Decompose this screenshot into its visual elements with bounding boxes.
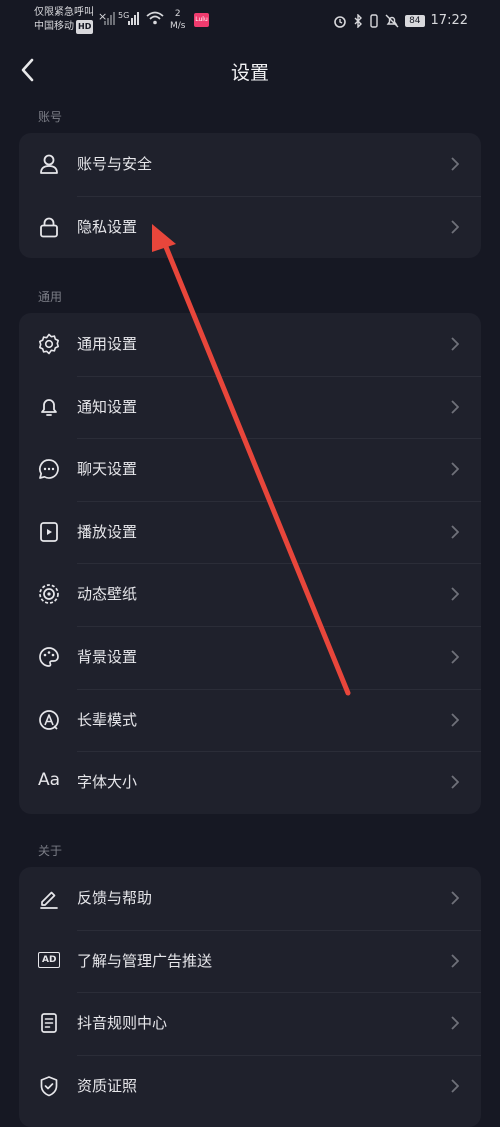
chevron-right-icon [451, 462, 459, 476]
bell-icon [41, 398, 57, 416]
signal-icon-sim2 [128, 11, 144, 25]
chevron-right-icon [451, 337, 459, 351]
carrier-name: 中国移动 [34, 21, 74, 32]
settings-item-privacy[interactable]: 隐私设置 [19, 195, 481, 259]
settings-item-elder-mode[interactable]: 长辈模式 [19, 688, 481, 752]
battery-level: 84 [405, 14, 425, 27]
item-label: 反馈与帮助 [77, 889, 153, 907]
play-video-icon [40, 521, 58, 542]
wifi-icon [146, 11, 164, 25]
about-group: 反馈与帮助 AD 了解与管理广告推送 抖音规则中心 资质证照 [19, 867, 481, 1127]
settings-item-chat[interactable]: 聊天设置 [19, 438, 481, 501]
settings-item-feedback[interactable]: 反馈与帮助 [19, 867, 481, 930]
section-label-general: 通用 [38, 290, 63, 304]
edit-pencil-icon [40, 891, 58, 909]
speed-value: 2 [174, 9, 181, 19]
bluetooth-icon [354, 13, 363, 28]
section-label-about: 关于 [38, 844, 63, 858]
chevron-right-icon [451, 712, 459, 727]
status-bar: 仅限紧急呼叫 中国移动 HD × 5G 2 M/s Lulu 84 17:22 [0, 0, 500, 44]
network-speed: 2 M/s [170, 8, 186, 32]
chevron-right-icon [451, 650, 459, 664]
item-label: 通知设置 [77, 397, 138, 416]
mute-bell-icon [385, 14, 399, 27]
alarm-icon [334, 15, 346, 28]
carrier-info: 仅限紧急呼叫 中国移动 HD [34, 6, 94, 34]
item-label: 动态壁纸 [77, 585, 138, 604]
palette-icon [39, 647, 59, 667]
item-label: 通用设置 [77, 335, 138, 353]
document-list-icon [41, 1013, 57, 1034]
status-right: 84 17:22 [333, 13, 468, 28]
clock: 17:22 [430, 13, 468, 28]
item-label: 隐私设置 [77, 217, 138, 236]
settings-item-live-wallpaper[interactable]: 动态壁纸 [19, 563, 481, 626]
account-group: 账号与安全 隐私设置 [19, 133, 481, 259]
settings-item-general[interactable]: 通用设置 [19, 313, 481, 376]
elder-mode-icon [39, 709, 59, 730]
chevron-right-icon [451, 953, 459, 968]
settings-item-rules-center[interactable]: 抖音规则中心 [19, 992, 481, 1055]
chevron-right-icon [451, 891, 459, 905]
chevron-right-icon [451, 399, 459, 414]
ad-icon: AD [38, 951, 61, 968]
vibrate-icon [370, 13, 378, 28]
chevron-right-icon [451, 157, 459, 171]
hd-badge: HD [76, 20, 94, 34]
item-label: 了解与管理广告推送 [77, 951, 213, 970]
chevron-right-icon [451, 219, 459, 234]
settings-item-notifications[interactable]: 通知设置 [19, 375, 481, 439]
chevron-right-icon [451, 525, 459, 539]
item-label: 字体大小 [77, 773, 138, 792]
item-label: 账号与安全 [77, 155, 153, 173]
font-size-icon: Aa [38, 770, 61, 791]
settings-item-font-size[interactable]: Aa 字体大小 [19, 751, 481, 814]
general-group: 通用设置 通知设置 聊天设置 播放设置 动态壁纸 背景设置 长辈模式 Aa 字体… [19, 313, 481, 814]
item-label: 背景设置 [77, 647, 138, 666]
item-label: 长辈模式 [77, 710, 138, 729]
chevron-right-icon [451, 1079, 459, 1093]
section-label-account: 账号 [38, 110, 63, 124]
wallpaper-icon [39, 584, 59, 605]
chevron-right-icon [451, 775, 459, 789]
settings-item-playback[interactable]: 播放设置 [19, 500, 481, 564]
settings-item-ad-management[interactable]: AD 了解与管理广告推送 [19, 929, 481, 993]
app-notification-icon: Lulu [194, 13, 209, 27]
lock-icon [40, 217, 58, 237]
settings-item-qualifications[interactable]: 资质证照 [19, 1054, 481, 1118]
item-label: 抖音规则中心 [77, 1014, 168, 1033]
page-title: 设置 [230, 62, 269, 84]
chevron-right-icon [451, 587, 459, 602]
shield-check-icon [40, 1075, 58, 1097]
settings-item-background[interactable]: 背景设置 [19, 625, 481, 689]
item-label: 资质证照 [77, 1076, 138, 1095]
gear-icon [39, 333, 59, 355]
nav-bar: 设置 [0, 44, 500, 96]
emergency-call-text: 仅限紧急呼叫 [34, 7, 94, 18]
item-label: 播放设置 [77, 522, 138, 541]
settings-item-account-security[interactable]: 账号与安全 [19, 133, 481, 196]
chevron-right-icon [451, 1016, 459, 1030]
item-label: 聊天设置 [77, 460, 138, 479]
chat-bubble-icon [39, 459, 59, 480]
speed-unit: M/s [170, 21, 186, 31]
user-icon [40, 154, 58, 174]
